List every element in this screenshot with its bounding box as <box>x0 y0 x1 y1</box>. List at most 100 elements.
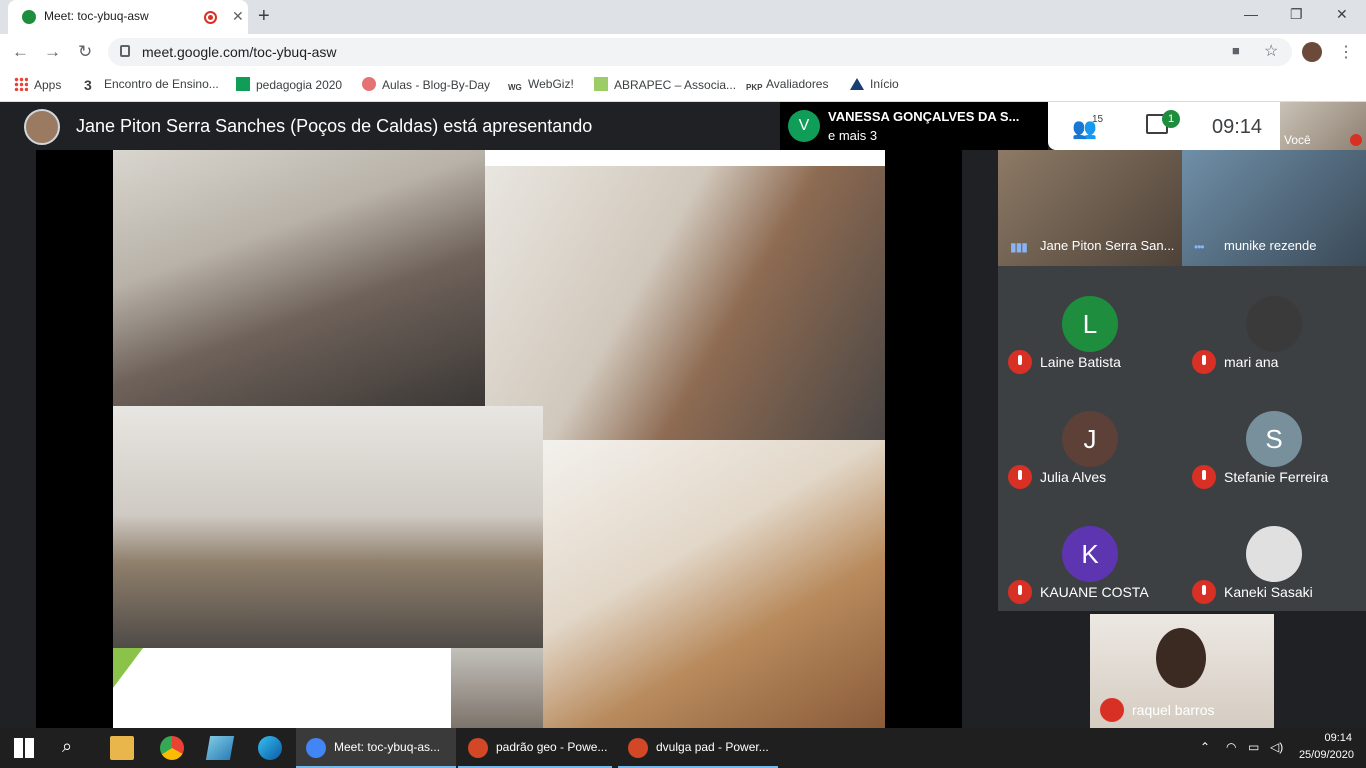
taskbar-date[interactable]: 25/09/2020 <box>1296 749 1354 761</box>
sheets-icon <box>236 77 250 91</box>
participant-chip[interactable]: V VANESSA GONÇALVES DA S... e mais 3 <box>780 102 1048 150</box>
camera-icon[interactable]: ■ <box>1232 43 1240 58</box>
taskbar-app-dvulga[interactable]: dvulga pad - Power... <box>618 728 778 768</box>
kebab-menu-icon[interactable]: ⋮ <box>1338 42 1354 62</box>
mic-off-icon <box>1008 350 1032 374</box>
mic-off-icon <box>1192 580 1216 604</box>
participant-tile-kauane[interactable]: K KAUANE COSTA <box>998 496 1182 611</box>
tile-name: Jane Piton Serra San... <box>1040 238 1175 253</box>
blog-icon <box>362 77 376 91</box>
bookmark-pedagogia[interactable]: pedagogia 2020 <box>236 77 342 92</box>
lock-icon <box>120 45 130 57</box>
photo-fragment <box>451 648 543 728</box>
participant-name: Stefanie Ferreira <box>1224 469 1329 485</box>
mic-off-icon <box>1192 465 1216 489</box>
meet-favicon-icon <box>22 10 36 24</box>
mic-off-icon <box>1100 698 1124 722</box>
photo-owl <box>543 440 885 728</box>
participant-chip-avatar: V <box>788 110 820 142</box>
participant-name: KAUANE COSTA <box>1040 584 1149 600</box>
participant-name: Kaneki Sasaki <box>1224 584 1313 600</box>
self-view-label: Você <box>1284 133 1311 147</box>
presenter-banner: Jane Piton Serra Sanches (Poços de Calda… <box>0 102 780 150</box>
profile-avatar[interactable] <box>1302 42 1322 62</box>
tab-meet[interactable]: Meet: toc-ybuq-asw ✕ <box>8 0 248 34</box>
wifi-icon[interactable]: ◠ <box>1226 740 1236 754</box>
omnibox[interactable]: meet.google.com/toc-ybuq-asw ■ ☆ <box>108 38 1292 66</box>
photo-snake-class <box>113 150 485 408</box>
battery-icon[interactable]: ▭ <box>1248 740 1259 754</box>
participant-tile-kaneki[interactable]: Kaneki Sasaki <box>1182 496 1366 611</box>
chrome-icon[interactable] <box>160 736 184 760</box>
taskbar-app-label: Meet: toc-ybuq-as... <box>334 740 441 754</box>
bookmark-encontro[interactable]: 3 Encontro de Ensino... <box>84 77 219 93</box>
windows-taskbar: ⌕ Meet: toc-ybuq-as... padrão geo - Powe… <box>0 728 1366 768</box>
bookmark-webgiz[interactable]: WG WebGiz! <box>508 77 574 97</box>
video-tile-jane[interactable]: ▮▮▮ Jane Piton Serra San... <box>998 150 1182 266</box>
taskbar-time[interactable]: 09:14 <box>1298 732 1352 744</box>
address-bar-row: ← → ↻ meet.google.com/toc-ybuq-asw ■ ☆ ⋮ <box>0 34 1366 70</box>
meeting-clock: 09:14 <box>1212 116 1263 138</box>
back-arrow-icon[interactable]: ← <box>12 42 29 62</box>
url-text[interactable]: meet.google.com/toc-ybuq-asw <box>142 44 337 60</box>
participant-chip-name: VANESSA GONÇALVES DA S... <box>828 109 1020 124</box>
participant-tile-mari[interactable]: mari ana <box>1182 266 1366 381</box>
abrapec-icon <box>594 77 608 91</box>
bookmark-abrapec[interactable]: ABRAPEC – Associa... <box>594 77 736 92</box>
self-view-tile[interactable]: Você <box>1280 102 1366 150</box>
minimize-button[interactable]: — <box>1244 6 1258 22</box>
reload-icon[interactable]: ↻ <box>78 42 92 62</box>
tab-title: Meet: toc-ybuq-asw <box>44 9 149 23</box>
window-close-button[interactable]: ✕ <box>1336 6 1348 23</box>
pkp-icon: PKP <box>746 83 763 92</box>
taskbar-app-label: dvulga pad - Power... <box>656 740 769 754</box>
bookmark-apps[interactable]: Apps <box>14 77 61 92</box>
tab-close-button[interactable]: ✕ <box>232 8 244 25</box>
powerpoint-icon <box>628 738 648 758</box>
participant-avatar: K <box>1062 526 1118 582</box>
new-tab-button[interactable]: + <box>258 5 270 28</box>
meet-top-controls: 👥 15 1 09:14 <box>1048 102 1280 150</box>
bookmark-star-icon[interactable]: ☆ <box>1264 41 1278 61</box>
forward-arrow-icon[interactable]: → <box>44 42 61 62</box>
chevron-up-icon[interactable]: ⌃ <box>1200 740 1210 754</box>
video-tile-munike[interactable]: ••• munike rezende <box>1182 150 1366 266</box>
participant-avatar: J <box>1062 411 1118 467</box>
tile-name: munike rezende <box>1224 238 1317 253</box>
windows-start-icon[interactable] <box>14 738 34 758</box>
apps-grid-icon <box>14 77 28 91</box>
presenter-text: Jane Piton Serra Sanches (Poços de Calda… <box>76 116 593 136</box>
search-icon[interactable]: ⌕ <box>62 736 86 760</box>
restore-button[interactable]: ❐ <box>1290 6 1303 23</box>
volume-icon[interactable]: ◁) <box>1270 740 1283 754</box>
mic-off-icon <box>1008 465 1032 489</box>
participant-tile-laine[interactable]: L Laine Batista <box>998 266 1182 381</box>
wg-icon: WG <box>508 83 522 92</box>
presenter-avatar <box>24 109 60 145</box>
participant-tile-stefanie[interactable]: S Stefanie Ferreira <box>1182 381 1366 496</box>
mic-off-icon <box>1008 580 1032 604</box>
bookmarks-bar: Apps 3 Encontro de Ensino... pedagogia 20… <box>0 70 1366 102</box>
photo-python-lab <box>113 406 543 648</box>
participant-avatar: L <box>1062 296 1118 352</box>
bookmark-aulas[interactable]: Aulas - Blog-By-Day <box>362 77 490 92</box>
chrome-icon <box>306 738 326 758</box>
video-tile-raquel[interactable]: raquel barros <box>1090 614 1274 728</box>
bookmark-avaliadores[interactable]: PKP Avaliadores <box>746 77 828 97</box>
participant-chip-more: e mais 3 <box>828 128 878 143</box>
browser-tab-strip: Meet: toc-ybuq-asw ✕ + — ❐ ✕ <box>0 0 1366 34</box>
tile-name: raquel barros <box>1132 702 1215 718</box>
taskbar-app-padrao[interactable]: padrão geo - Powe... <box>458 728 612 768</box>
taskbar-app-meet[interactable]: Meet: toc-ybuq-as... <box>296 728 456 768</box>
participant-name: Julia Alves <box>1040 469 1107 485</box>
home-icon <box>850 78 864 90</box>
edge-icon[interactable] <box>258 736 282 760</box>
people-count: 15 <box>1092 114 1104 125</box>
notes-app-icon[interactable] <box>205 736 235 760</box>
presentation-slide <box>113 150 885 728</box>
participant-avatar <box>1246 526 1302 582</box>
slide-decoration <box>113 648 143 688</box>
file-explorer-icon[interactable] <box>110 736 134 760</box>
participant-tile-julia[interactable]: J Julia Alves <box>998 381 1182 496</box>
bookmark-inicio[interactable]: Início <box>850 77 899 91</box>
